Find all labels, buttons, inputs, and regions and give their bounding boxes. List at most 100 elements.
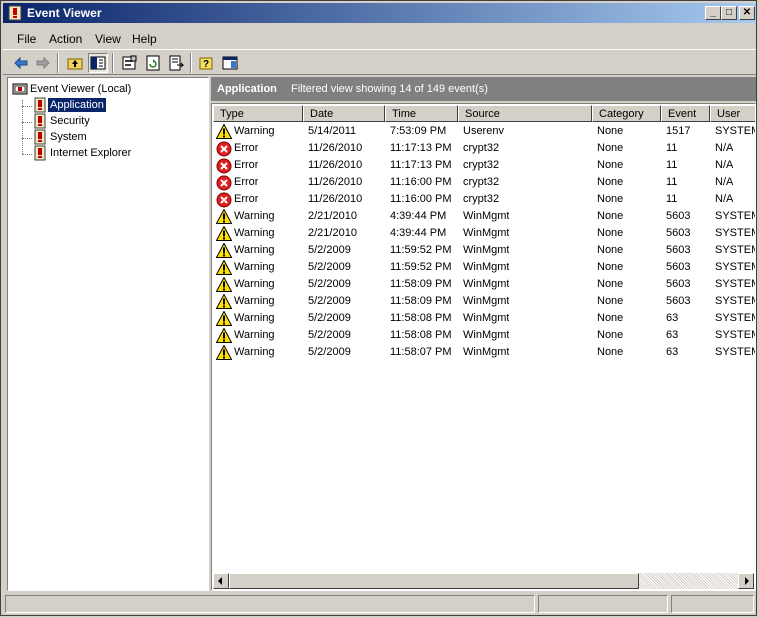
event-list[interactable]: Type Date Time Source Category Event Use…	[211, 103, 756, 591]
properties-button[interactable]	[119, 53, 139, 73]
tree-item-system[interactable]: System	[32, 129, 89, 145]
event-row[interactable]: Warning 5/14/2011 7:53:09 PM Userenv None 151…	[213, 123, 755, 140]
event-user-cell: SYSTEM	[715, 346, 756, 358]
refresh-icon	[146, 55, 160, 71]
event-time-cell: 11:59:52 PM	[390, 244, 452, 256]
export-list-button[interactable]	[166, 53, 186, 73]
event-user-cell: SYSTEM	[715, 295, 756, 307]
window-title: Event Viewer	[27, 6, 102, 20]
event-row[interactable]: Warning 5/2/2009 11:59:52 PM WinMgmt None 560…	[213, 259, 755, 276]
event-type-label: Warning	[234, 244, 275, 256]
event-row[interactable]: Warning 2/21/2010 4:39:44 PM WinMgmt None 560…	[213, 208, 755, 225]
event-row[interactable]: Error 11/26/2010 11:16:00 PM crypt32 None 11 N…	[213, 191, 755, 208]
svg-text:?: ?	[203, 59, 209, 70]
close-button[interactable]: ✕	[739, 6, 755, 20]
event-row[interactable]: Warning 5/2/2009 11:58:07 PM WinMgmt None 63 S…	[213, 344, 756, 361]
warning-icon	[216, 345, 232, 360]
warning-icon	[216, 243, 232, 258]
tree-root-event-viewer[interactable]: Event Viewer (Local)	[12, 81, 133, 97]
maximize-button[interactable]: □	[721, 6, 737, 20]
event-row[interactable]: Warning 5/2/2009 11:59:52 PM WinMgmt None 560…	[213, 242, 755, 259]
event-type-label: Error	[234, 193, 259, 205]
filter-status: Filtered view showing 14 of 149 event(s)	[291, 83, 488, 95]
scroll-right-arrow-icon	[745, 577, 749, 585]
warning-icon	[216, 124, 232, 139]
event-type-label: Warning	[234, 261, 275, 273]
menu-action[interactable]: Action	[49, 32, 82, 46]
event-category-cell: None	[597, 210, 624, 222]
tree-line	[22, 138, 32, 139]
event-log-icon	[34, 129, 46, 145]
event-time-cell: 11:58:07 PM	[390, 346, 452, 358]
event-type-cell: Error	[216, 174, 258, 191]
event-log-icon	[34, 145, 46, 161]
event-time-cell: 11:58:09 PM	[390, 278, 452, 290]
event-type-label: Error	[234, 159, 259, 171]
event-category-cell: None	[597, 176, 624, 188]
help-icon: ?	[199, 57, 213, 70]
horizontal-scrollbar[interactable]	[213, 573, 754, 589]
event-row[interactable]: Error 11/26/2010 11:16:00 PM crypt32 None 11 N…	[213, 174, 755, 191]
up-folder-icon	[67, 58, 83, 70]
description-button[interactable]	[220, 53, 240, 73]
up-folder-button[interactable]	[65, 53, 85, 73]
event-category-cell: None	[597, 295, 624, 307]
event-row[interactable]: Warning 5/2/2009 11:58:08 PM WinMgmt None 63 S…	[213, 327, 755, 344]
column-headers: Type Date Time Source Category Event Use…	[213, 105, 755, 122]
event-type-label: Warning	[234, 312, 275, 324]
event-user-cell: SYSTEM	[715, 312, 756, 324]
event-source-cell: WinMgmt	[463, 210, 510, 222]
event-row[interactable]: Warning 5/2/2009 11:58:09 PM WinMgmt None 560…	[213, 276, 755, 293]
event-row[interactable]: Error 11/26/2010 11:17:13 PM crypt32 None 11 N…	[213, 140, 755, 157]
event-type-label: Warning	[234, 295, 275, 307]
column-header-user[interactable]: User	[710, 105, 755, 122]
tree-item-label: Application	[48, 98, 106, 112]
column-header-category[interactable]: Category	[592, 105, 661, 122]
forward-button[interactable]	[33, 53, 53, 73]
console-tree[interactable]: Event Viewer (Local) Application Securit…	[7, 77, 209, 591]
title-bar[interactable]: Event Viewer _ □ ✕	[3, 3, 756, 23]
minimize-button[interactable]: _	[705, 6, 721, 20]
event-user-cell: N/A	[715, 159, 734, 171]
event-log-icon	[34, 113, 46, 129]
scrollbar-thumb[interactable]	[229, 573, 639, 589]
event-row[interactable]: Warning 5/2/2009 11:58:09 PM WinMgmt None 560…	[213, 293, 756, 310]
event-category-cell: None	[597, 261, 624, 273]
column-header-source[interactable]: Source	[458, 105, 592, 122]
show-hide-tree-button[interactable]	[88, 53, 108, 73]
column-header-date[interactable]: Date	[303, 105, 385, 122]
menu-view[interactable]: View	[95, 32, 121, 46]
event-date-cell: 5/2/2009	[308, 261, 351, 273]
tree-item-application[interactable]: Application	[32, 97, 106, 113]
column-header-event[interactable]: Event	[661, 105, 710, 122]
event-type-label: Warning	[234, 210, 275, 222]
status-panel-main	[5, 595, 535, 613]
column-header-type[interactable]: Type	[213, 105, 303, 122]
scroll-right-button[interactable]	[738, 573, 754, 589]
refresh-button[interactable]	[143, 53, 163, 73]
event-source-cell: WinMgmt	[463, 261, 510, 273]
scroll-left-button[interactable]	[213, 573, 229, 589]
event-event-cell: 11	[666, 159, 678, 171]
column-header-time[interactable]: Time	[385, 105, 458, 122]
menu-file[interactable]: File	[17, 32, 36, 46]
event-user-cell: N/A	[715, 193, 734, 205]
event-type-cell: Warning	[216, 123, 275, 140]
event-event-cell: 63	[666, 329, 679, 341]
event-source-cell: WinMgmt	[463, 329, 510, 341]
event-row[interactable]: Error 11/26/2010 11:17:13 PM crypt32 None 11 N…	[213, 157, 755, 174]
event-category-cell: None	[597, 193, 624, 205]
event-category-cell: None	[597, 159, 624, 171]
warning-icon	[216, 277, 232, 292]
menu-help[interactable]: Help	[132, 32, 157, 46]
warning-icon	[216, 328, 232, 343]
warning-icon-wrapper	[216, 209, 232, 224]
back-button[interactable]	[11, 53, 31, 73]
export-list-icon	[169, 55, 184, 71]
event-row[interactable]: Warning 2/21/2010 4:39:44 PM WinMgmt None 560…	[213, 225, 755, 242]
event-type-cell: Warning	[216, 293, 275, 310]
help-button[interactable]: ?	[197, 53, 217, 73]
tree-item-internet-explorer[interactable]: Internet Explorer	[32, 145, 133, 161]
event-row[interactable]: Warning 5/2/2009 11:58:08 PM WinMgmt None 63 S…	[213, 310, 756, 327]
tree-item-security[interactable]: Security	[32, 113, 92, 129]
